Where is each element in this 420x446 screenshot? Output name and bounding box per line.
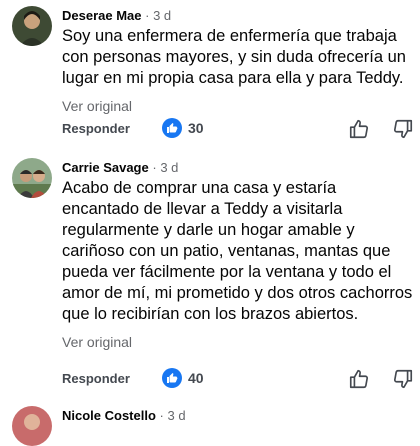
reply-button[interactable]: Responder: [62, 371, 130, 386]
comment-timestamp[interactable]: 3 d: [153, 8, 171, 23]
thumbs-down-outline-icon[interactable]: [392, 368, 414, 390]
reaction-count: 40: [188, 370, 204, 386]
comment-item: Nicole Costello · 3 d: [0, 398, 420, 446]
avatar[interactable]: [12, 406, 52, 446]
separator-dot: ·: [152, 160, 157, 175]
like-reaction-icon: [162, 118, 182, 138]
comment-actions: Responder 40: [62, 368, 420, 392]
avatar[interactable]: [12, 158, 52, 198]
separator-dot: ·: [145, 8, 150, 23]
reaction-summary[interactable]: 30: [162, 118, 204, 138]
thumbs-up-outline-icon[interactable]: [348, 368, 370, 390]
reaction-summary[interactable]: 40: [162, 368, 204, 388]
thumbs-up-outline-icon[interactable]: [348, 118, 370, 140]
thumbs-down-outline-icon[interactable]: [392, 118, 414, 140]
comment-author[interactable]: Carrie Savage: [62, 160, 149, 175]
reply-button[interactable]: Responder: [62, 121, 130, 136]
comment-item: Deserae Mae · 3 d Soy una enfermera de e…: [0, 0, 420, 150]
comment-item: Carrie Savage · 3 d Acabo de comprar una…: [0, 150, 420, 398]
see-original-link[interactable]: Ver original: [62, 98, 416, 114]
comment-timestamp[interactable]: 3 d: [160, 160, 178, 175]
see-original-link[interactable]: Ver original: [62, 334, 416, 350]
comment-text: Soy una enfermera de enfermería que trab…: [62, 27, 406, 87]
comment-actions: Responder 30: [62, 118, 420, 142]
comment-text: Acabo de comprar una casa y estaría enca…: [62, 179, 413, 323]
reaction-count: 30: [188, 120, 204, 136]
like-reaction-icon: [162, 368, 182, 388]
avatar[interactable]: [12, 6, 52, 46]
comment-author[interactable]: Deserae Mae: [62, 8, 142, 23]
